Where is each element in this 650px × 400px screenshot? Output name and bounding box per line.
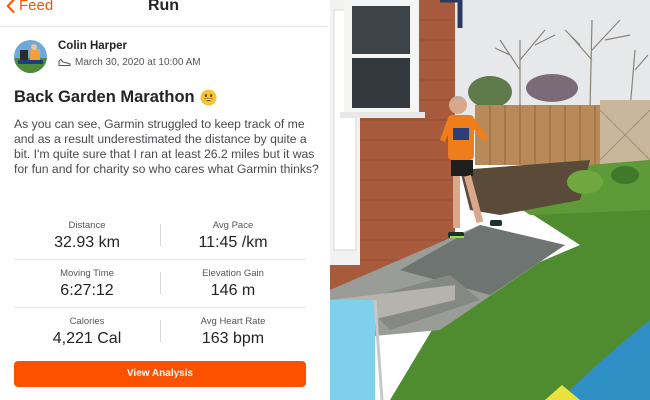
stat-avg-heart-rate: Avg Heart Rate 163 bpm: [160, 316, 306, 348]
activity-title: Back Garden Marathon: [14, 88, 217, 107]
stat-value: 163 bpm: [201, 330, 265, 347]
activity-panel: Feed Run Colin Harper March 30, 2020 at …: [0, 0, 327, 400]
activity-description: As you can see, Garmin struggled to keep…: [14, 117, 319, 176]
stats-grid: Distance 32.93 km Avg Pace 11:45 /km Mov…: [14, 212, 306, 356]
activity-timestamp: March 30, 2020 at 10:00 AM: [75, 57, 201, 68]
stat-label: Avg Pace: [212, 220, 254, 231]
activity-title-text: Back Garden Marathon: [14, 88, 195, 106]
nav-header: Feed Run: [0, 0, 327, 18]
stat-row: Calories 4,221 Cal Avg Heart Rate 163 bp…: [14, 308, 306, 356]
shoe-icon: [58, 58, 71, 66]
stat-distance: Distance 32.93 km: [14, 220, 160, 252]
stat-value: 146 m: [210, 282, 256, 299]
stat-label: Distance: [68, 220, 106, 231]
stat-elevation-gain: Elevation Gain 146 m: [160, 268, 306, 300]
avatar[interactable]: [14, 40, 47, 73]
athlete-name[interactable]: Colin Harper: [58, 40, 127, 52]
stat-value: 11:45 /km: [198, 234, 268, 251]
stat-value: 32.93 km: [54, 234, 120, 251]
page-title: Run: [147, 0, 180, 14]
activity-meta: March 30, 2020 at 10:00 AM: [58, 57, 201, 68]
header-divider: [0, 26, 327, 27]
smiley-emoji-icon: [200, 89, 217, 106]
stat-moving-time: Moving Time 6:27:12: [14, 268, 160, 300]
stat-avg-pace: Avg Pace 11:45 /km: [160, 220, 306, 252]
stat-calories: Calories 4,221 Cal: [14, 316, 160, 348]
garden-photo-image: [330, 0, 650, 400]
stat-row: Moving Time 6:27:12 Elevation Gain 146 m: [14, 260, 306, 308]
stat-value: 4,221 Cal: [52, 330, 122, 347]
stat-label: Avg Heart Rate: [200, 316, 266, 327]
stat-value: 6:27:12: [60, 282, 114, 299]
stat-label: Elevation Gain: [202, 268, 264, 279]
activity-photo[interactable]: [330, 0, 650, 400]
avatar-image: [14, 40, 47, 73]
stat-label: Moving Time: [60, 268, 114, 279]
view-analysis-button[interactable]: View Analysis: [14, 361, 306, 387]
stat-label: Calories: [69, 316, 105, 327]
stat-row: Distance 32.93 km Avg Pace 11:45 /km: [14, 212, 306, 260]
